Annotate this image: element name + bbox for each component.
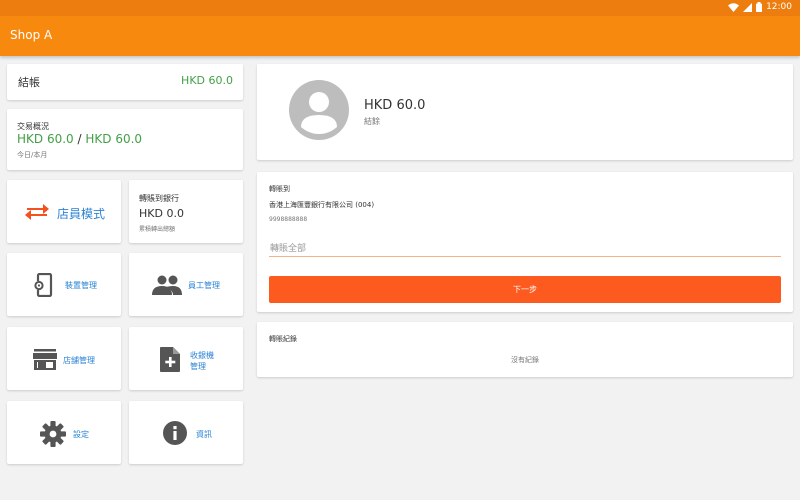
today-amount: HKD 60.0 (17, 132, 74, 146)
balance-profile-card: HKD 60.0 結餘 (257, 64, 793, 160)
device-management-label: 裝置管理 (65, 281, 97, 290)
add-document-icon (160, 347, 180, 372)
info-icon (163, 421, 187, 445)
staff-management-button[interactable]: 員工管理 (129, 253, 243, 316)
transfer-form-card: 轉賬到 香港上海匯豐銀行有限公司 (004) 9998888888 轉賬全部 下… (257, 172, 793, 312)
store-management-label: 店舖管理 (63, 356, 95, 365)
settings-label: 設定 (73, 430, 89, 439)
transfer-records-title: 轉賬紀錄 (269, 335, 297, 343)
checkout-card[interactable]: 結帳 HKD 60.0 (7, 64, 243, 100)
amount-separator: / (77, 132, 82, 146)
next-step-button[interactable]: 下一步 (269, 276, 781, 303)
bank-name: 香港上海匯豐銀行有限公司 (004) (269, 201, 375, 209)
transfer-to-bank-card[interactable]: 轉賬到銀行 HKD 0.0 累積轉出總額 (129, 180, 243, 243)
staff-mode-label: 店員模式 (57, 207, 106, 221)
transaction-overview-title: 交易概況 (17, 122, 49, 131)
transfer-input-underline (269, 256, 781, 257)
avatar-icon (289, 80, 349, 140)
status-time: 12:00 (766, 2, 792, 12)
transfer-amount-input[interactable]: 轉賬全部 (270, 241, 306, 254)
balance-amount: HKD 60.0 (364, 98, 426, 113)
status-bar: 12:00 (0, 0, 800, 16)
settings-button[interactable]: 設定 (7, 401, 121, 464)
checkout-amount: HKD 60.0 (181, 74, 233, 87)
staff-management-label: 員工管理 (188, 281, 220, 290)
wifi-icon (728, 2, 740, 12)
signal-icon (743, 2, 753, 12)
status-icons: 12:00 (728, 2, 792, 12)
transfer-to-bank-title: 轉賬到銀行 (139, 194, 179, 203)
store-icon (33, 349, 57, 370)
app-title: Shop A (10, 28, 53, 42)
cash-register-label-line2: 管理 (190, 362, 206, 371)
transfer-title: 轉賬到 (269, 185, 290, 193)
transaction-overview-card[interactable]: 交易概況 HKD 60.0 / HKD 60.0 今日/本月 (7, 109, 243, 170)
month-amount: HKD 60.0 (85, 132, 143, 146)
gear-icon (40, 421, 66, 447)
staff-mode-button[interactable]: 店員模式 (7, 180, 121, 243)
people-icon (152, 275, 182, 295)
battery-icon (756, 2, 763, 12)
swap-arrows-icon (25, 204, 49, 220)
device-management-button[interactable]: 裝置管理 (7, 253, 121, 316)
empty-records-text: 沒有紀錄 (511, 356, 539, 364)
transaction-amounts: HKD 60.0 / HKD 60.0 (17, 132, 142, 146)
app-bar: Shop A (0, 16, 800, 56)
checkout-label: 結帳 (18, 76, 40, 89)
store-management-button[interactable]: 店舖管理 (7, 327, 121, 390)
transaction-caption: 今日/本月 (17, 151, 48, 159)
transfer-to-bank-caption: 累積轉出總額 (139, 226, 176, 233)
transfer-to-bank-amount: HKD 0.0 (139, 207, 184, 220)
account-number: 9998888888 (269, 216, 308, 223)
info-button[interactable]: 資訊 (129, 401, 243, 464)
cash-register-label-line1: 收銀機 (190, 351, 214, 360)
balance-caption: 結餘 (364, 117, 380, 126)
cash-register-management-button[interactable]: 收銀機 管理 (129, 327, 243, 390)
info-label: 資訊 (196, 430, 212, 439)
transfer-records-card: 轉賬紀錄 沒有紀錄 (257, 322, 793, 377)
device-settings-icon (34, 273, 53, 297)
